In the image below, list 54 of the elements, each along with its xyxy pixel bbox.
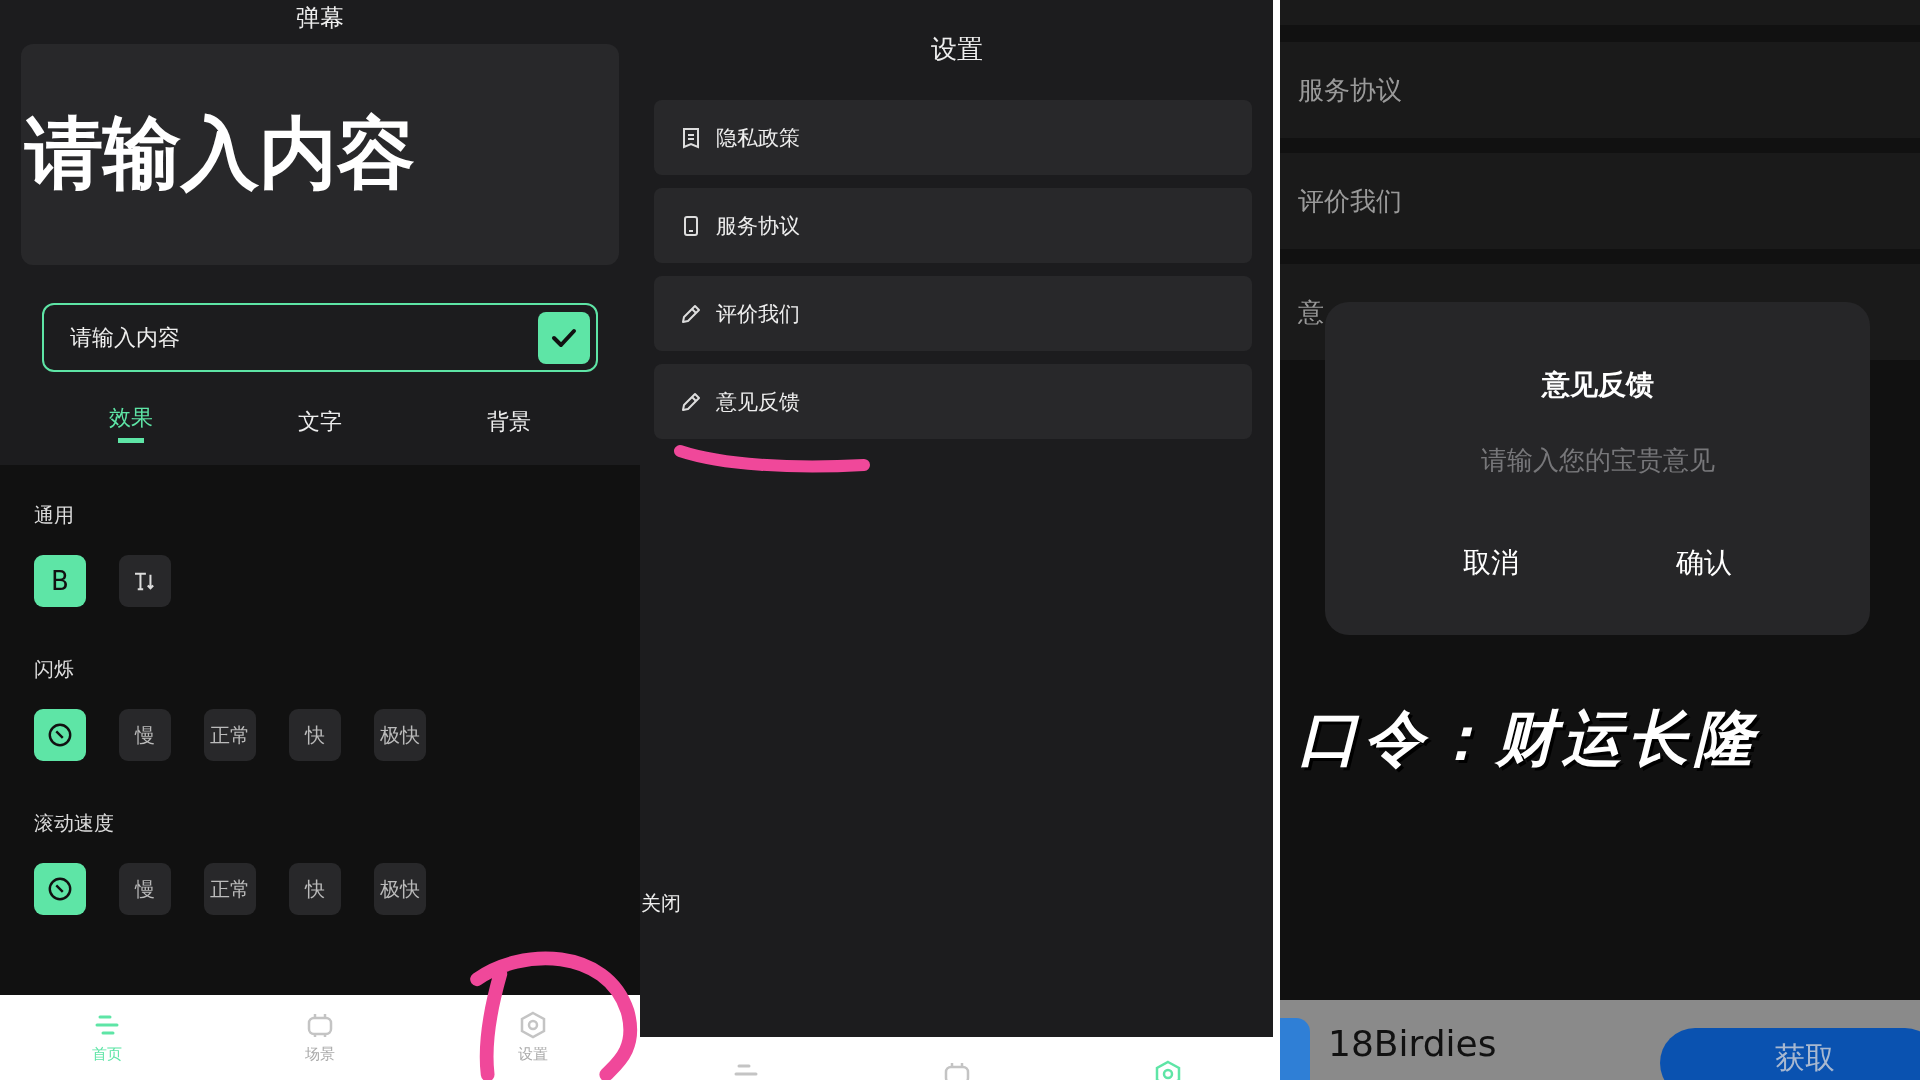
nav-label: 首页: [91, 1045, 122, 1064]
item-label: 意: [1298, 295, 1324, 329]
settings-item[interactable]: 隐私政策: [654, 100, 1252, 175]
option-button[interactable]: 极快: [374, 709, 426, 761]
preview-text: 请输入内容: [25, 107, 415, 200]
tab[interactable]: 背景: [414, 399, 604, 452]
app-name: 18Birdies: [1328, 1022, 1497, 1064]
no-symbol-icon: [47, 876, 73, 902]
off-option-button[interactable]: [34, 863, 86, 915]
input-text: 请输入内容: [70, 323, 181, 352]
settings-item[interactable]: 服务协议: [1280, 42, 1920, 138]
nav-label: 设置: [518, 1045, 549, 1064]
dialog-title: 意见反馈: [1541, 367, 1654, 403]
tab[interactable]: 文字: [225, 399, 415, 452]
feedback-input-field[interactable]: 请输入您的宝贵意见: [1435, 444, 1760, 476]
section-title: 滚动速度: [34, 810, 115, 837]
section-title: 闪烁: [34, 656, 75, 683]
option-button[interactable]: 快: [289, 863, 341, 915]
settings-item[interactable]: 服务协议: [654, 188, 1252, 263]
option-button[interactable]: 慢: [119, 709, 171, 761]
screen-title: 设置: [929, 33, 984, 66]
item-label: 意见反馈: [716, 388, 800, 416]
dialog-button[interactable]: 取消: [1447, 538, 1536, 588]
confirm-button[interactable]: [538, 311, 590, 364]
caption-text: 口令：财运长隆: [1298, 702, 1761, 775]
get-button[interactable]: 获取: [1660, 1028, 1920, 1080]
text-direction-icon: [133, 571, 157, 591]
option-button[interactable]: 正常: [204, 709, 256, 761]
text-direction-button[interactable]: [119, 555, 171, 607]
document-icon: [680, 126, 702, 149]
item-label: 服务协议: [1298, 73, 1402, 107]
section-title: 通用: [34, 502, 75, 529]
item-label: 评价我们: [1298, 184, 1402, 218]
item-label: 评价我们: [716, 300, 800, 328]
close-link[interactable]: 关闭: [641, 890, 1273, 917]
text-input-field[interactable]: 请输入内容: [42, 303, 598, 372]
settings-item[interactable]: 评价我们: [654, 276, 1252, 351]
option-button[interactable]: 快: [289, 709, 341, 761]
no-symbol-icon: [47, 722, 73, 748]
item-label: 服务协议: [716, 212, 800, 240]
item-label: 隐私政策: [716, 124, 800, 152]
option-button[interactable]: B: [34, 555, 86, 607]
nav-label: 场景: [305, 1045, 335, 1064]
app-icon: [1280, 1018, 1310, 1080]
pencil-icon: [680, 302, 702, 325]
settings-item[interactable]: 评价我们: [1280, 153, 1920, 249]
option-button[interactable]: 慢: [119, 863, 171, 915]
pencil-icon: [680, 390, 702, 413]
option-button[interactable]: 正常: [204, 863, 256, 915]
dialog-button[interactable]: 确认: [1659, 538, 1748, 588]
screen-title: 弹幕: [295, 3, 345, 34]
off-option-button[interactable]: [34, 709, 86, 761]
option-button[interactable]: 极快: [374, 863, 426, 915]
settings-item[interactable]: 意见反馈: [654, 364, 1252, 439]
